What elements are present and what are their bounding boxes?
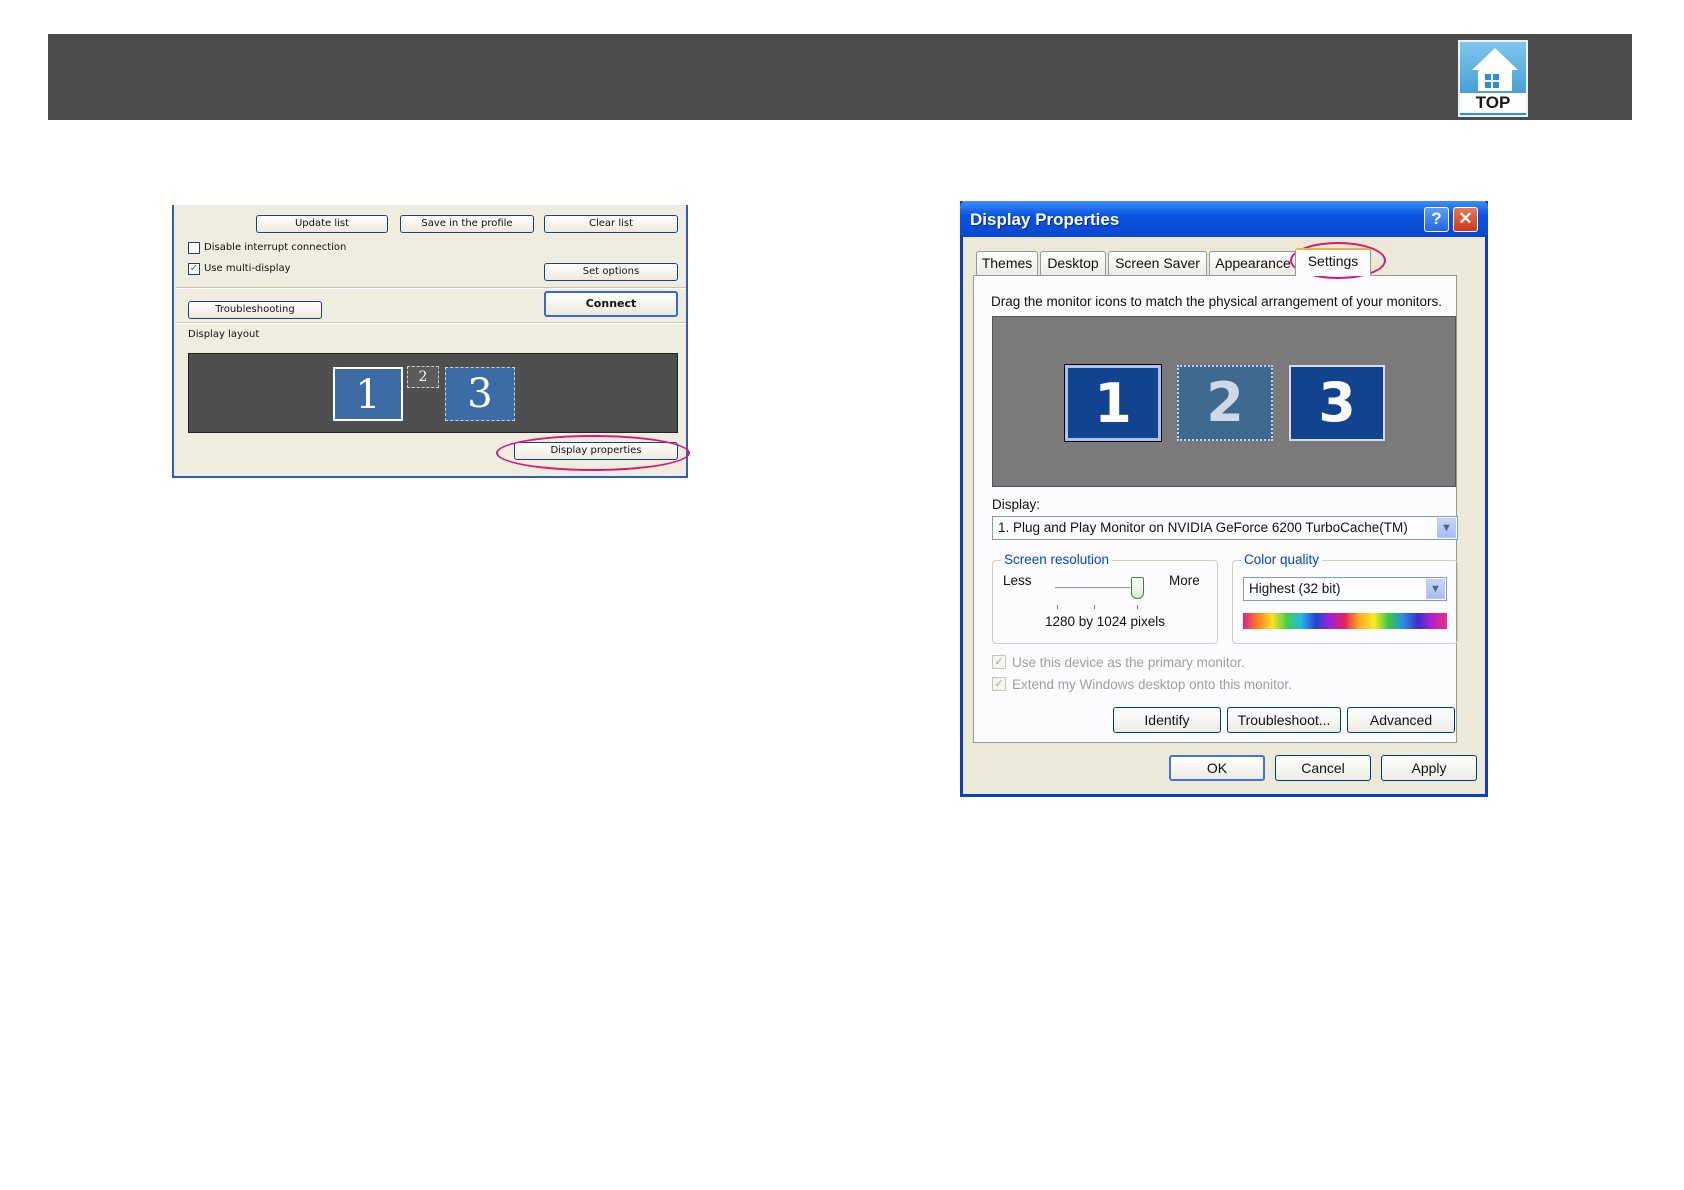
apply-button[interactable]: Apply bbox=[1381, 755, 1477, 781]
house-window bbox=[1493, 82, 1499, 88]
monitor-2-icon[interactable]: 2 bbox=[1177, 365, 1273, 441]
connect-button[interactable]: Connect bbox=[544, 291, 678, 317]
chevron-down-icon[interactable]: ▼ bbox=[1426, 579, 1445, 599]
tab-appearance[interactable]: Appearance bbox=[1209, 251, 1297, 275]
resolution-more-label: More bbox=[1169, 573, 1200, 588]
cancel-button[interactable]: Cancel bbox=[1275, 755, 1371, 781]
display-layout-label: Display layout bbox=[188, 329, 260, 340]
primary-monitor-checkbox[interactable]: ✓ bbox=[992, 655, 1006, 669]
slider-tick bbox=[1057, 605, 1058, 609]
display-select[interactable]: 1. Plug and Play Monitor on NVIDIA GeFor… bbox=[992, 516, 1458, 540]
color-quality-title: Color quality bbox=[1241, 552, 1323, 567]
troubleshooting-button[interactable]: Troubleshooting bbox=[188, 301, 322, 319]
identify-button[interactable]: Identify bbox=[1113, 707, 1221, 733]
resolution-value: 1280 by 1024 pixels bbox=[1044, 614, 1166, 629]
resolution-less-label: Less bbox=[1003, 573, 1032, 588]
settings-panel: Drag the monitor icons to match the phys… bbox=[973, 275, 1458, 743]
top-home-icon[interactable]: TOP bbox=[1458, 40, 1528, 117]
house-roof bbox=[1472, 48, 1518, 70]
color-spectrum-bar bbox=[1243, 613, 1447, 629]
disable-interrupt-checkbox[interactable] bbox=[188, 242, 200, 254]
use-multi-display-label: Use multi-display bbox=[204, 263, 291, 274]
screen-resolution-group: Screen resolution Less More 1280 by 1024… bbox=[992, 552, 1218, 644]
tab-desktop[interactable]: Desktop bbox=[1040, 251, 1106, 275]
monitor-1-icon[interactable]: 1 bbox=[1064, 364, 1162, 442]
tab-settings[interactable]: Settings bbox=[1295, 248, 1371, 276]
advanced-button[interactable]: Advanced bbox=[1347, 707, 1455, 733]
layout-monitor-2[interactable]: 2 bbox=[407, 366, 439, 388]
disable-interrupt-label: Disable interrupt connection bbox=[204, 242, 347, 253]
resolution-slider-track[interactable] bbox=[1055, 587, 1137, 590]
house-body bbox=[1478, 69, 1512, 91]
house-window bbox=[1485, 74, 1491, 80]
chevron-down-icon[interactable]: ▼ bbox=[1437, 518, 1456, 538]
layout-monitor-3[interactable]: 3 bbox=[445, 367, 515, 421]
clear-list-button[interactable]: Clear list bbox=[544, 215, 678, 233]
help-button[interactable]: ? bbox=[1424, 207, 1449, 232]
extend-desktop-label: Extend my Windows desktop onto this moni… bbox=[1012, 677, 1292, 692]
extend-desktop-checkbox[interactable]: ✓ bbox=[992, 677, 1006, 691]
troubleshoot-button[interactable]: Troubleshoot... bbox=[1227, 707, 1341, 733]
screen-resolution-title: Screen resolution bbox=[1001, 552, 1113, 567]
tab-themes[interactable]: Themes bbox=[976, 251, 1038, 275]
layout-monitor-1[interactable]: 1 bbox=[333, 367, 403, 421]
title-bar: Display Properties ? ✕ bbox=[960, 201, 1488, 237]
top-logo-text: TOP bbox=[1460, 93, 1526, 113]
ok-button[interactable]: OK bbox=[1169, 755, 1265, 781]
use-multi-display-checkbox[interactable]: ✓ bbox=[188, 263, 200, 275]
display-properties-dialog: Display Properties ? ✕ Themes Desktop Sc… bbox=[960, 201, 1488, 797]
set-options-button[interactable]: Set options bbox=[544, 263, 678, 281]
slider-tick bbox=[1137, 605, 1138, 609]
highlight-oval-display-properties bbox=[496, 435, 690, 471]
color-quality-group: Color quality Highest (32 bit) ▼ bbox=[1232, 552, 1458, 644]
house-window bbox=[1493, 74, 1499, 80]
arrangement-instruction: Drag the monitor icons to match the phys… bbox=[991, 294, 1442, 309]
tab-screen-saver[interactable]: Screen Saver bbox=[1108, 251, 1207, 275]
save-profile-button[interactable]: Save in the profile bbox=[400, 215, 534, 233]
monitor-arrangement-area: 1 2 3 bbox=[992, 316, 1456, 487]
close-button[interactable]: ✕ bbox=[1453, 207, 1478, 232]
separator bbox=[176, 322, 686, 324]
house-window bbox=[1485, 82, 1491, 88]
display-select-value: 1. Plug and Play Monitor on NVIDIA GeFor… bbox=[998, 520, 1408, 535]
color-quality-select[interactable]: Highest (32 bit) ▼ bbox=[1243, 577, 1447, 601]
monitor-3-icon[interactable]: 3 bbox=[1289, 365, 1385, 441]
resolution-slider-thumb[interactable] bbox=[1131, 577, 1144, 599]
dialog-title: Display Properties bbox=[970, 210, 1120, 229]
header-bar bbox=[48, 34, 1632, 120]
slider-tick bbox=[1094, 605, 1095, 609]
update-list-button[interactable]: Update list bbox=[256, 215, 388, 233]
color-quality-value: Highest (32 bit) bbox=[1249, 581, 1341, 596]
display-layout-area: 1 2 3 bbox=[188, 353, 678, 433]
primary-monitor-label: Use this device as the primary monitor. bbox=[1012, 655, 1245, 670]
separator bbox=[176, 287, 686, 289]
display-label: Display: bbox=[992, 497, 1041, 512]
